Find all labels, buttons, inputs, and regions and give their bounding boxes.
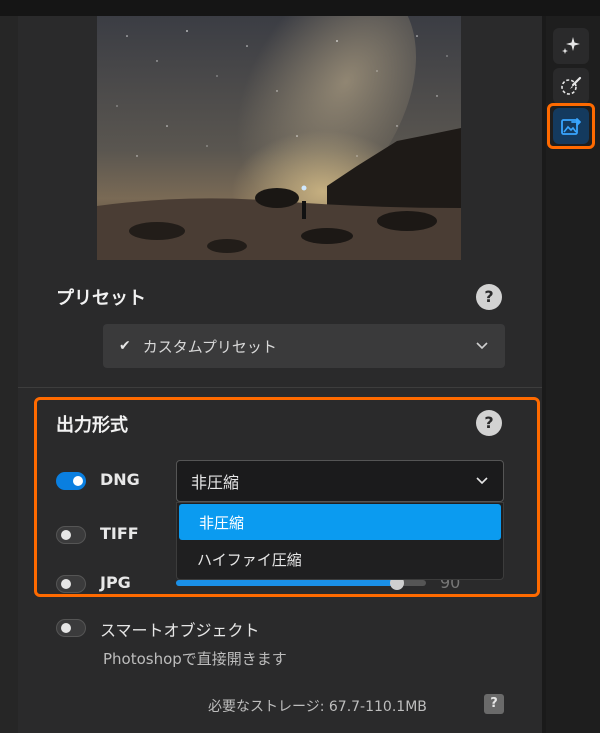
smart-object-description: Photoshopで直接開きます xyxy=(103,650,287,668)
image-preview xyxy=(97,16,461,260)
storage-help-button[interactable]: ? xyxy=(484,694,504,714)
toggle-knob xyxy=(61,623,71,633)
night-sky-photo xyxy=(97,16,461,260)
export-tool-highlight-box xyxy=(547,103,595,149)
check-icon: ✔ xyxy=(119,338,131,354)
sparkle-icon[interactable] xyxy=(553,28,589,64)
smart-object-label: スマートオブジェクト xyxy=(100,621,260,640)
chevron-down-icon xyxy=(475,338,489,354)
preset-select-label: カスタムプリセット xyxy=(142,337,277,356)
section-divider xyxy=(18,387,542,388)
preset-help-button[interactable]: ? xyxy=(476,284,502,310)
brush-select-icon[interactable] xyxy=(553,68,589,104)
preset-title: プリセット xyxy=(56,288,146,309)
top-bar xyxy=(0,0,600,16)
storage-requirement: 必要なストレージ: 67.7-110.1MB xyxy=(208,699,427,715)
preset-select[interactable]: ✔ カスタムプリセット xyxy=(103,324,505,368)
output-format-highlight-box xyxy=(34,397,540,597)
left-strip xyxy=(0,16,18,733)
smart-object-toggle[interactable] xyxy=(56,619,86,637)
